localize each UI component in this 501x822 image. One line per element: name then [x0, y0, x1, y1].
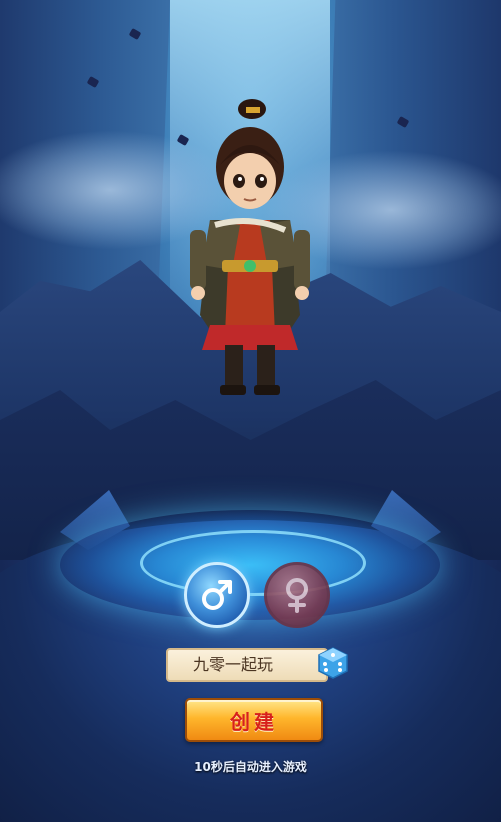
create-button-label: 创建: [230, 709, 278, 734]
female-gender-button[interactable]: [264, 562, 330, 628]
auto-enter-hint: 10秒后自动进入游戏: [194, 760, 307, 774]
male-warrior-character: [190, 99, 310, 395]
female-symbol-icon: [286, 578, 308, 613]
create-button[interactable]: 创建: [185, 698, 323, 742]
male-symbol-icon: [202, 580, 232, 610]
character-name-field[interactable]: 九零一起玩: [166, 648, 328, 682]
dice-icon[interactable]: [316, 646, 350, 680]
character-name-value: 九零一起玩: [192, 655, 273, 674]
male-gender-button[interactable]: [184, 562, 250, 628]
platform-inner-ring: [140, 530, 366, 596]
character-creation-screen: 九零一起玩 创建 10秒后自动进入游戏: [0, 0, 501, 822]
